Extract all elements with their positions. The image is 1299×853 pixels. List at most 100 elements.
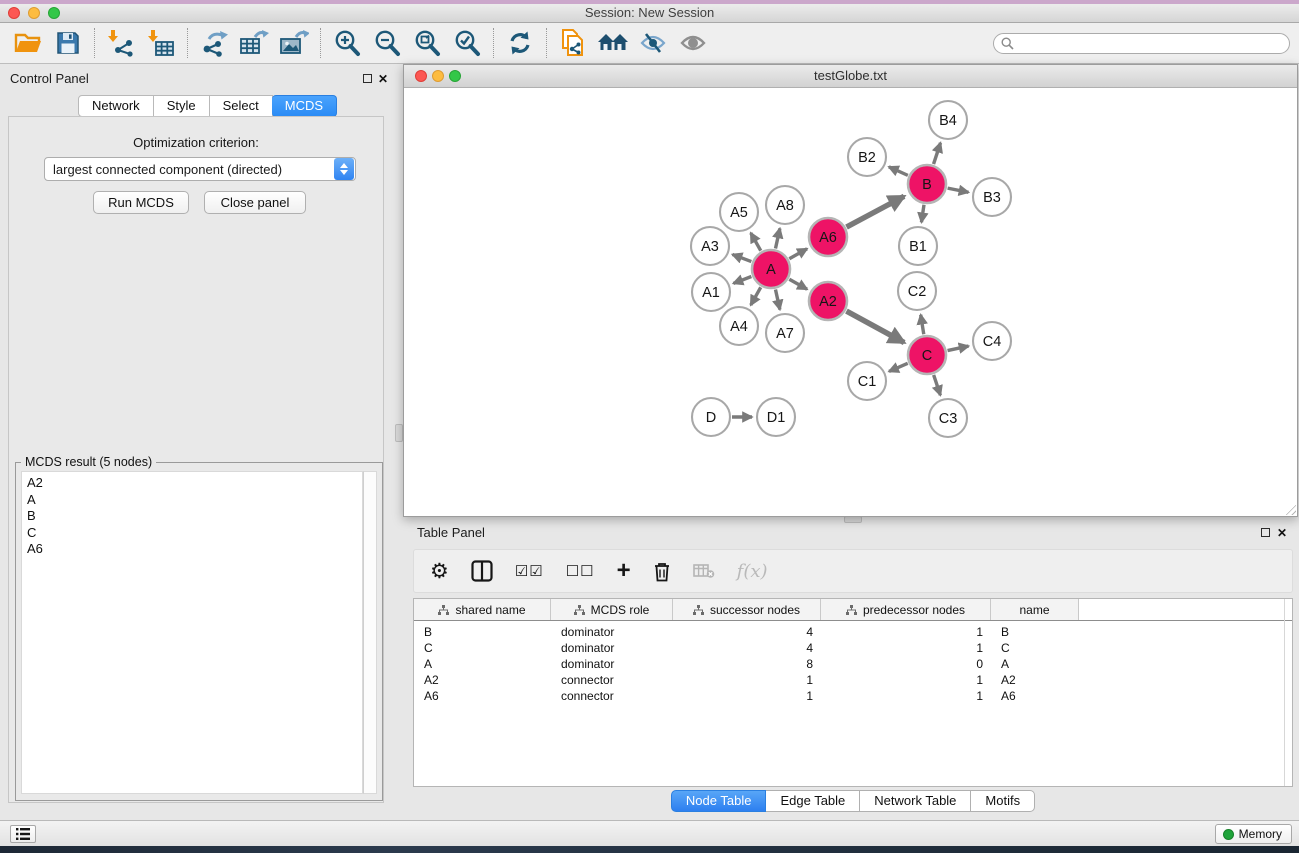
table-row[interactable]: Bdominator41B (414, 624, 1292, 640)
mcds-result-list[interactable]: A2 A B C A6 (21, 471, 363, 794)
table-panel-close-icon[interactable]: ✕ (1277, 527, 1287, 539)
toolbar-separator (320, 28, 321, 58)
export-network-icon[interactable] (194, 27, 234, 59)
tab-motifs[interactable]: Motifs (971, 790, 1035, 812)
graph-edge-A-A2[interactable] (789, 279, 807, 289)
graph-node-label: C2 (908, 284, 927, 300)
search-input[interactable] (1014, 37, 1289, 51)
delete-column-icon[interactable] (653, 561, 671, 582)
column-header-shared-name[interactable]: shared name (414, 599, 551, 620)
save-session-icon[interactable] (48, 27, 88, 59)
table-row[interactable]: Adominator80A (414, 656, 1292, 672)
column-header-mcds-role[interactable]: MCDS role (551, 599, 673, 620)
table-row[interactable]: Cdominator41C (414, 640, 1292, 656)
graph-edge-A-A4[interactable] (751, 287, 761, 305)
tab-network-table[interactable]: Network Table (860, 790, 971, 812)
close-panel-button[interactable]: Close panel (204, 191, 306, 214)
horizontal-splitter-handle[interactable] (844, 516, 862, 523)
network-canvas[interactable]: B4B2BB3A8A5A6A3B1AC2A1A2A4A7C4CC1C3DD1 (404, 88, 1297, 516)
add-column-icon[interactable]: + (617, 557, 631, 585)
network-window-titlebar[interactable]: testGlobe.txt (404, 65, 1297, 88)
export-image-icon[interactable] (274, 27, 314, 59)
graph-edge-B-B4[interactable] (934, 143, 941, 164)
graph-edge-B-B2[interactable] (889, 167, 908, 176)
deselect-all-icon[interactable]: ☐☐ (566, 562, 595, 580)
graph-edge-C-C4[interactable] (948, 346, 969, 351)
list-item[interactable]: B (27, 508, 362, 525)
graph-edge-B-B3[interactable] (948, 188, 969, 192)
tab-node-table[interactable]: Node Table (671, 790, 767, 812)
new-network-from-selection-icon[interactable] (553, 27, 593, 59)
graph-node-label: A5 (730, 205, 748, 221)
table-cell: C (991, 641, 1079, 655)
column-layout-icon[interactable] (471, 560, 493, 582)
list-item[interactable]: A6 (27, 541, 362, 558)
minimize-window-icon[interactable] (432, 70, 444, 82)
table-panel-float-icon[interactable] (1261, 528, 1270, 537)
zoom-window-icon[interactable] (449, 70, 461, 82)
graph-edge-A-A6[interactable] (789, 249, 807, 259)
mcds-tab-content: Optimization criterion: largest connecte… (8, 116, 384, 803)
graph-edge-A6-B[interactable] (847, 196, 905, 227)
list-item[interactable]: A (27, 492, 362, 509)
zoom-selected-icon[interactable] (447, 27, 487, 59)
list-item[interactable]: C (27, 525, 362, 542)
tab-edge-table[interactable]: Edge Table (766, 790, 860, 812)
graph-edge-A-A1[interactable] (733, 277, 751, 284)
control-panel-close-icon[interactable]: ✕ (378, 73, 388, 85)
graph-edge-B-B1[interactable] (921, 205, 924, 222)
zoom-out-icon[interactable] (367, 27, 407, 59)
graph-edge-C-C3[interactable] (934, 375, 941, 395)
close-window-icon[interactable] (8, 7, 20, 19)
column-header-successor-nodes[interactable]: successor nodes (673, 599, 821, 620)
search-field[interactable] (993, 33, 1290, 54)
control-panel-float-icon[interactable] (363, 74, 372, 83)
show-graphics-details-icon[interactable] (673, 27, 713, 59)
task-history-button[interactable] (10, 825, 36, 843)
graph-node-label: A7 (776, 326, 794, 342)
import-network-icon[interactable] (101, 27, 141, 59)
select-all-icon[interactable]: ☑☑ (515, 562, 544, 580)
graph-node-label: A3 (701, 239, 719, 255)
table-row[interactable]: A6connector11A6 (414, 688, 1292, 704)
minimize-window-icon[interactable] (28, 7, 40, 19)
tab-network[interactable]: Network (78, 95, 154, 117)
graph-node-label: A6 (819, 230, 837, 246)
export-table-icon[interactable] (234, 27, 274, 59)
tab-select[interactable]: Select (210, 95, 273, 117)
tab-style[interactable]: Style (154, 95, 210, 117)
zoom-in-icon[interactable] (327, 27, 367, 59)
open-session-icon[interactable] (8, 27, 48, 59)
column-header-predecessor-nodes[interactable]: predecessor nodes (821, 599, 991, 620)
hide-graphics-details-icon[interactable] (633, 27, 673, 59)
close-window-icon[interactable] (415, 70, 427, 82)
graph-node-label: A1 (702, 285, 720, 301)
scrollbar[interactable] (363, 471, 377, 794)
graph-edge-C-C1[interactable] (889, 363, 908, 371)
table-row[interactable]: A2connector11A2 (414, 672, 1292, 688)
table-cell: 1 (821, 641, 991, 655)
settings-gear-icon[interactable]: ⚙ (430, 559, 449, 584)
column-label: successor nodes (710, 603, 800, 617)
scrollbar[interactable] (1284, 599, 1285, 786)
graph-edge-A-A5[interactable] (751, 233, 761, 251)
memory-label: Memory (1239, 827, 1282, 841)
refresh-icon[interactable] (500, 27, 540, 59)
zoom-window-icon[interactable] (48, 7, 60, 19)
vertical-splitter-handle[interactable] (395, 424, 403, 442)
import-table-icon[interactable] (141, 27, 181, 59)
list-item[interactable]: A2 (27, 475, 362, 492)
column-header-name[interactable]: name (991, 599, 1079, 620)
graph-edge-A-A8[interactable] (775, 228, 779, 248)
run-mcds-button[interactable]: Run MCDS (93, 191, 189, 214)
home-layout-icon[interactable] (593, 27, 633, 59)
tab-mcds[interactable]: MCDS (272, 95, 337, 117)
optimization-criterion-dropdown[interactable]: largest connected component (directed) (44, 157, 356, 181)
graph-edge-A-A3[interactable] (732, 254, 751, 261)
memory-button[interactable]: Memory (1215, 824, 1292, 844)
network-graph[interactable]: B4B2BB3A8A5A6A3B1AC2A1A2A4A7C4CC1C3DD1 (404, 88, 1297, 517)
graph-edge-A-A7[interactable] (775, 290, 779, 310)
graph-edge-C-C2[interactable] (921, 315, 924, 335)
zoom-fit-icon[interactable] (407, 27, 447, 59)
graph-edge-A2-C[interactable] (846, 311, 904, 342)
